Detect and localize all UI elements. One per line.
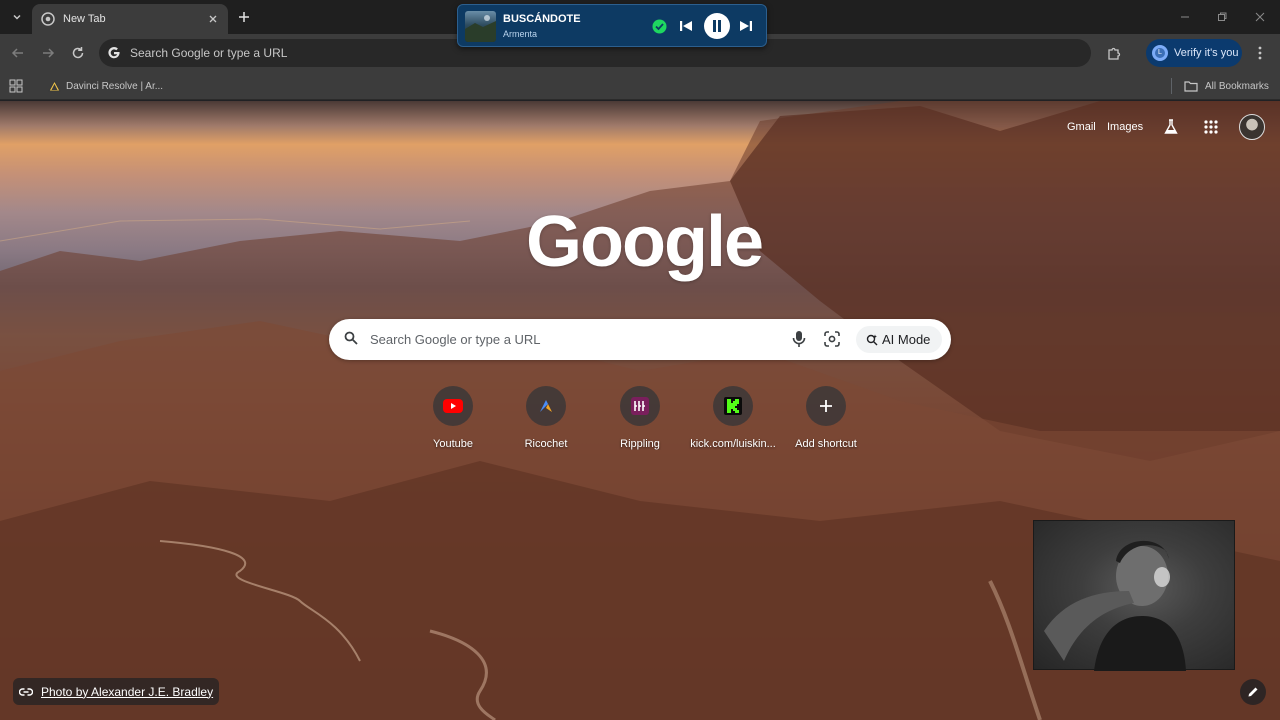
ricochet-icon [540, 400, 552, 412]
account-avatar[interactable] [1239, 114, 1265, 140]
previous-track-icon [680, 21, 692, 31]
minimize-icon [1181, 16, 1189, 18]
bookmarks-divider [1171, 78, 1172, 94]
photo-credit-label: Photo by Alexander J.E. Bradley [41, 684, 214, 699]
reload-button[interactable] [67, 42, 89, 64]
shortcut-tile [526, 386, 566, 426]
tab-title: New Tab [63, 13, 106, 25]
webcam-overlay [1033, 520, 1235, 671]
gmail-link[interactable]: Gmail [1067, 121, 1096, 133]
all-bookmarks-label: All Bookmarks [1205, 80, 1269, 92]
next-track-icon [740, 21, 752, 31]
track-title: BUSCÁNDOTE [503, 13, 581, 25]
browser-window: New Tab Search Google or type a URL L Ve… [0, 0, 1280, 720]
folder-icon [1184, 81, 1198, 92]
close-icon [1255, 12, 1265, 22]
google-g-icon [108, 47, 120, 59]
bookmarks-bar: Davinci Resolve | Ar... All Bookmarks [0, 72, 1280, 100]
play-pause-button[interactable] [704, 13, 730, 39]
forward-button[interactable] [37, 42, 59, 64]
shortcut-tile [713, 386, 753, 426]
minimize-button[interactable] [1175, 8, 1195, 26]
shortcut-label: Rippling [620, 438, 660, 450]
track-artist: Armenta [503, 29, 538, 39]
shortcut-kick[interactable]: kick.com/luiskin... [688, 386, 778, 450]
back-button[interactable] [7, 42, 29, 64]
pencil-icon [1248, 687, 1258, 697]
shortcut-tile [620, 386, 660, 426]
chrome-icon [41, 12, 55, 26]
webcam-person-image [1044, 540, 1186, 671]
saved-indicator[interactable] [652, 15, 667, 37]
check-icon [652, 19, 667, 33]
arrow-right-icon [43, 48, 55, 58]
album-art-image [465, 15, 496, 42]
images-link[interactable]: Images [1107, 121, 1143, 133]
profile-badge-icon: L [1152, 45, 1168, 61]
bookmark-item[interactable]: Davinci Resolve | Ar... [48, 77, 163, 95]
all-bookmarks-button[interactable]: All Bookmarks [1184, 77, 1269, 95]
photo-credit[interactable]: Photo by Alexander J.E. Bradley [13, 678, 220, 705]
customize-chrome-button[interactable] [1240, 679, 1266, 705]
apps-grid-icon[interactable] [9, 79, 23, 93]
tab-search-button[interactable] [6, 6, 28, 28]
shortcut-ricochet[interactable]: Ricochet [501, 386, 591, 450]
media-controls-popup: BUSCÁNDOTE Armenta [457, 4, 767, 47]
close-tab-icon[interactable] [204, 10, 222, 28]
maximize-button[interactable] [1212, 8, 1232, 26]
shortcut-tile [433, 386, 473, 426]
next-track-button[interactable] [739, 15, 753, 37]
new-tab-page: Gmail Images Google Search Google or typ… [0, 101, 1280, 720]
new-tab-button[interactable] [234, 7, 254, 27]
ai-search-sparkle-icon [866, 334, 878, 345]
ntp-search-box[interactable]: Search Google or type a URL AI Mode [329, 319, 951, 360]
album-art [465, 11, 496, 42]
shortcut-label: Ricochet [524, 438, 568, 450]
microphone-icon[interactable] [791, 330, 807, 348]
google-apps-icon[interactable] [1203, 119, 1219, 135]
link-icon [19, 687, 33, 696]
close-window-button[interactable] [1250, 8, 1270, 26]
shortcut-rippling[interactable]: Rippling [595, 386, 685, 450]
google-logo: Google [526, 202, 764, 282]
chrome-menu-button[interactable] [1252, 43, 1268, 63]
more-vert-icon [1258, 46, 1262, 60]
shortcut-youtube[interactable]: Youtube [408, 386, 498, 450]
ai-mode-label: AI Mode [882, 332, 931, 347]
verify-profile-button[interactable]: L Verify it's you [1146, 39, 1242, 67]
pause-icon [713, 20, 721, 32]
shortcut-label: Youtube [433, 438, 473, 450]
plus-icon [820, 400, 832, 412]
search-icon [344, 331, 358, 345]
bookmark-label: Davinci Resolve | Ar... [66, 80, 164, 92]
google-lens-icon[interactable] [824, 331, 840, 347]
reload-icon [72, 47, 84, 59]
puzzle-icon [1108, 47, 1121, 60]
chevron-down-icon [13, 14, 21, 20]
shortcut-label: Add shortcut [795, 438, 857, 450]
extensions-button[interactable] [1104, 43, 1124, 63]
kick-icon [724, 397, 742, 415]
rippling-icon [631, 397, 649, 415]
restore-icon [1218, 12, 1227, 21]
address-bar-text: Search Google or type a URL [130, 46, 288, 60]
search-placeholder: Search Google or type a URL [370, 332, 541, 347]
previous-track-button[interactable] [679, 15, 693, 37]
shortcut-add[interactable]: Add shortcut [781, 386, 871, 450]
shortcut-label: kick.com/luiskin... [690, 438, 776, 450]
youtube-icon [443, 399, 463, 413]
verify-label: Verify it's you [1174, 47, 1239, 59]
ai-mode-button[interactable]: AI Mode [856, 326, 942, 353]
shortcut-tile [806, 386, 846, 426]
arrow-left-icon [11, 48, 23, 58]
plus-icon [239, 12, 249, 22]
davinci-resolve-icon [48, 80, 61, 92]
labs-flask-icon[interactable] [1162, 118, 1180, 136]
tab-new-tab[interactable]: New Tab [32, 4, 228, 34]
